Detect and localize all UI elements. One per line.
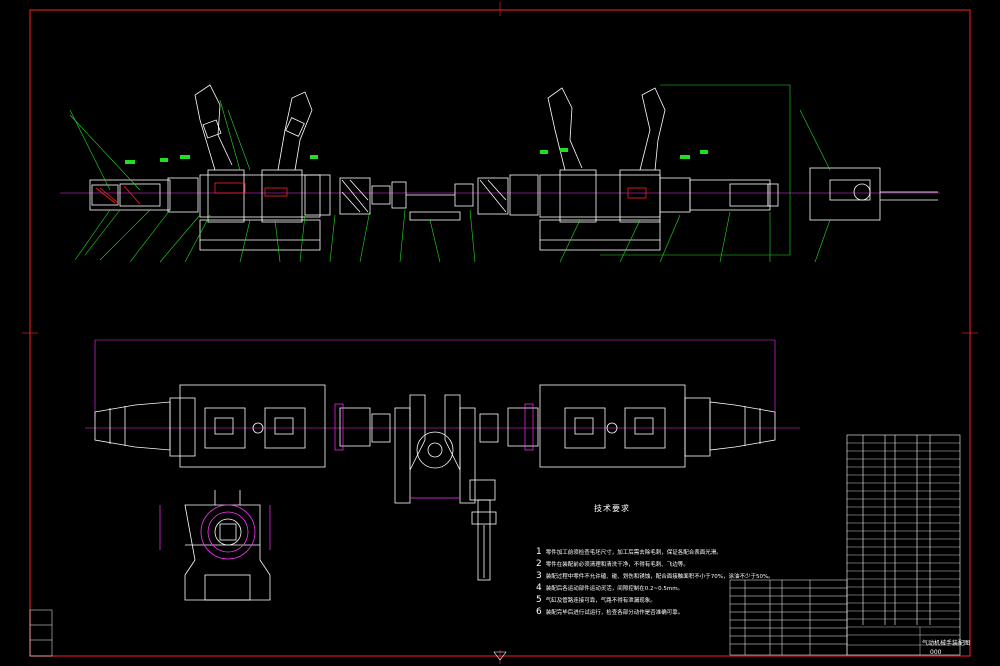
inner-border	[29, 9, 971, 657]
cad-assembly-drawing	[22, 2, 978, 664]
note-line-3: 3 装配过程中零件不允许磕、碰、划伤和锈蚀，配合面接触面积不小于70%，涂油不少于…	[536, 571, 774, 581]
title-block-code: 000	[930, 649, 942, 656]
title-block-name: 气动机械手装配图	[922, 640, 971, 647]
upper-leader-lines	[69, 84, 831, 263]
center-marks	[22, 2, 978, 664]
outer-border	[29, 9, 971, 657]
note-line-4: 4 装配后各运动部件运动灵活，间隙控制在0.2~0.5mm。	[536, 583, 684, 593]
upper-assembly-view	[60, 84, 940, 251]
notes-title: 技术要求	[594, 504, 630, 513]
note-line-5: 5 气缸及管路连接可靠，气路不得有泄漏现象。	[536, 595, 656, 605]
parts-list-lower	[729, 579, 848, 656]
note-line-1: 1 零件加工前须检查毛坯尺寸，加工后需去除毛刺，保证各配合表面光滑。	[536, 547, 722, 557]
note-line-6: 6 装配完毕后进行试运行，检查各部分动作是否准确可靠。	[536, 607, 684, 617]
margin-stamp-boxes	[29, 609, 53, 657]
section-view	[184, 490, 271, 601]
note-line-2: 2 零件在装配前必须清理和清洗干净，不得有毛刺、飞边等。	[536, 559, 689, 569]
parts-list-table	[846, 434, 961, 656]
parts-list-rows	[847, 442, 960, 655]
